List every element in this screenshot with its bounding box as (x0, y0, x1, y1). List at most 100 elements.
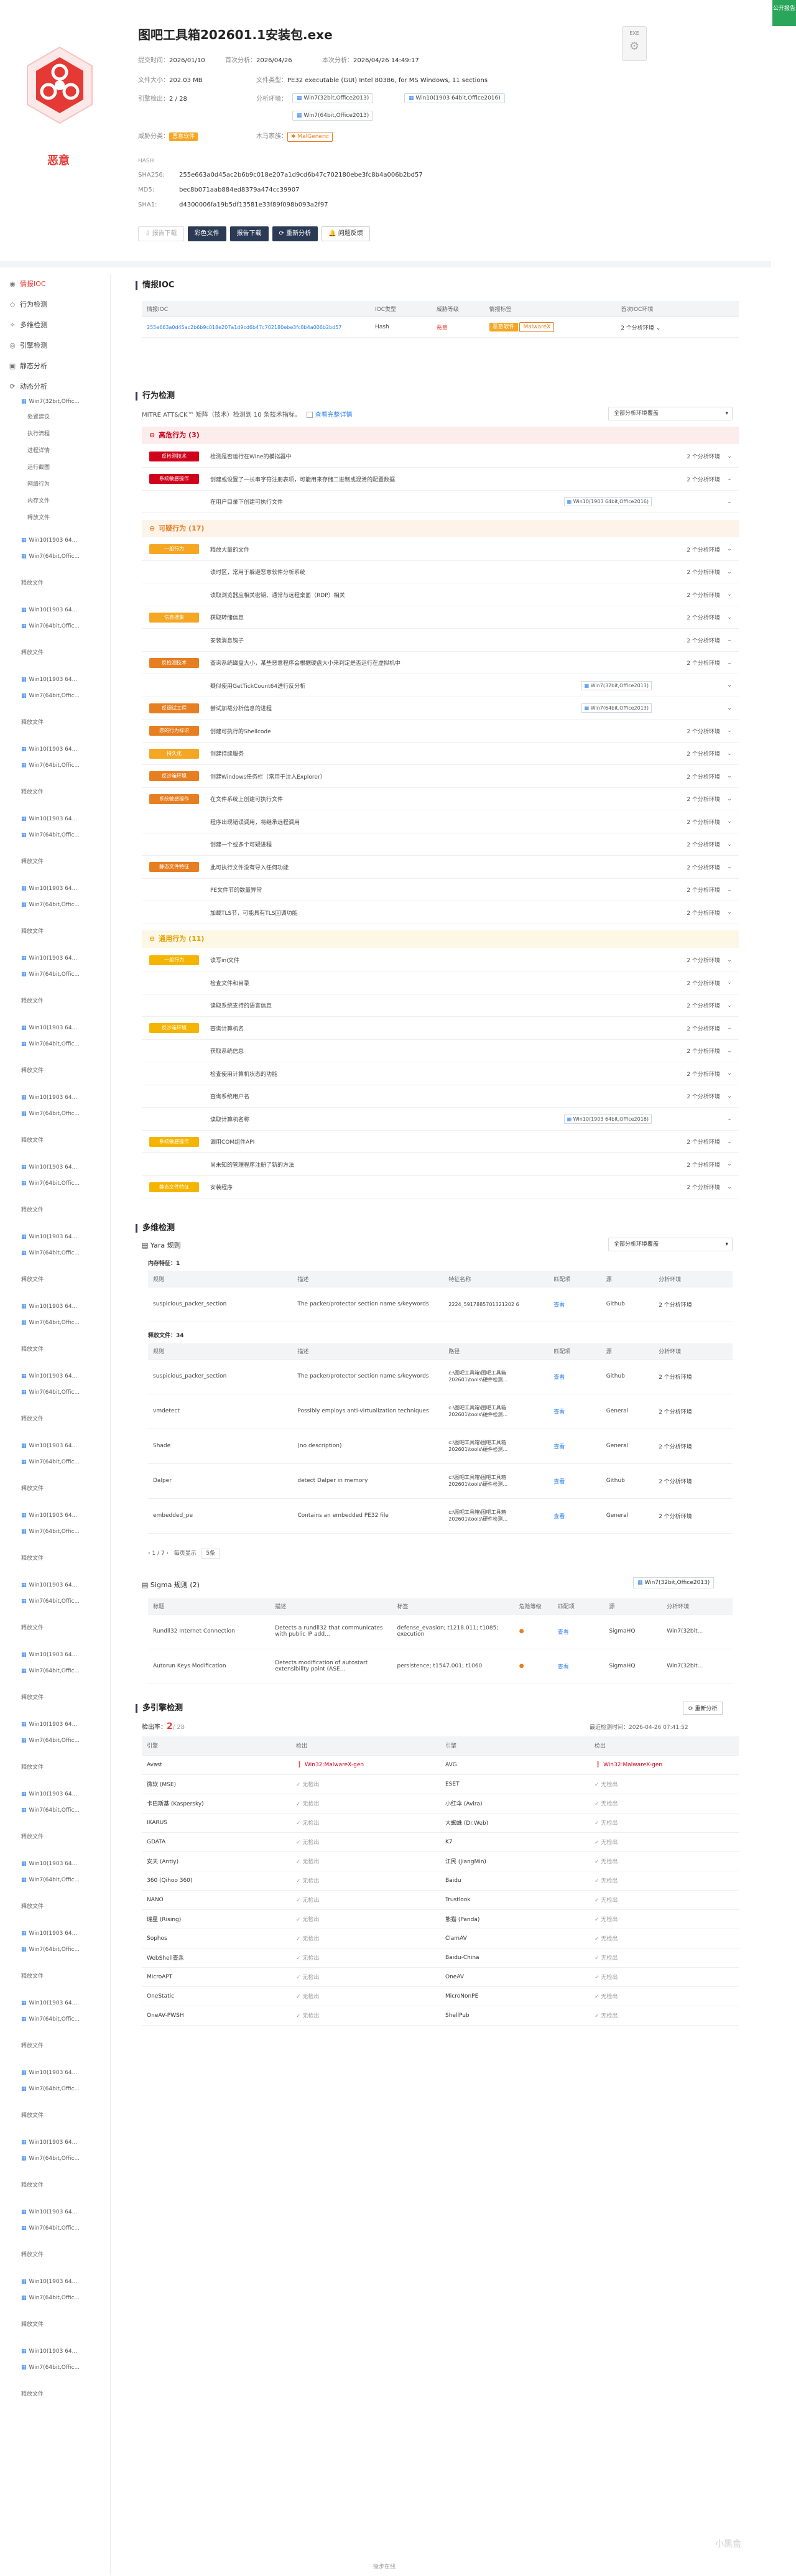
behavior-row[interactable]: 在用户目录下创建可执行文件 ▦ Win10(1903 64bit,Office20… (142, 491, 739, 513)
behavior-row[interactable]: 反检测技术 查询系统磁盘大小，某些恶意程序会根据硬盘大小来判定是否运行在虚拟机中 2… (142, 652, 739, 674)
action-button-0[interactable]: ⇩ 报告下载 (138, 226, 184, 241)
env-select[interactable]: 全部分析环境覆盖 ▾ (608, 407, 733, 420)
chevron-down-icon[interactable]: ⌄ (720, 1070, 739, 1077)
behavior-row[interactable]: 加载TLS节，可能具有TLS回调功能 2 个分析环境 ⌄ (142, 902, 739, 924)
behavior-row[interactable]: 读取计算机名称 ▦ Win10(1903 64bit,Office2016) ⌄ (142, 1108, 739, 1131)
behavior-row[interactable]: 一般行为 释放大量的文件 2 个分析环境 ⌄ (142, 539, 739, 561)
chevron-down-icon[interactable]: ⌄ (720, 476, 739, 482)
chevron-down-icon[interactable]: ⌄ (720, 796, 739, 802)
chevron-down-icon[interactable]: ⌄ (720, 569, 739, 575)
action-button-3[interactable]: ⟳ 重新分析 (272, 226, 318, 241)
sidebar-subitem[interactable]: 进程详情 (0, 445, 50, 456)
sidebar-env[interactable]: ▦ Win10(1903 64... (0, 675, 106, 685)
sidebar-subitem[interactable]: 释放文件 (0, 1553, 44, 1564)
behavior-row[interactable]: 检查文件和目录 2 个分析环境 ⌄ (142, 972, 739, 994)
sidebar-env[interactable]: ▦ Win10(1903 64... (0, 1789, 106, 1799)
sidebar-subitem[interactable]: 释放文件 (0, 1901, 44, 1912)
behavior-row[interactable]: 反调试工程 尝试加载分析信息的进程 ▦ Win7(64bit,Office2013)… (142, 697, 739, 720)
behavior-group[interactable]: ⊖ 通用行为 (11) (142, 930, 739, 948)
sidebar-env[interactable]: ▦ Win7(64bit,Offic... (0, 970, 106, 980)
view-link[interactable]: 查看 (548, 1463, 601, 1499)
behavior-row[interactable]: 一般行为 读写ini文件 2 个分析环境 ⌄ (142, 949, 739, 971)
sidebar-env[interactable]: ▦ Win7(64bit,Offic... (0, 1109, 106, 1119)
sidebar-item[interactable]: ◇ 行为检测 (0, 297, 111, 313)
sidebar-subitem[interactable]: 释放文件 (0, 2180, 44, 2191)
env-chip[interactable]: ▦ Win10(1903 64bit,Office2016) (404, 93, 505, 103)
action-button-4[interactable]: 🔔 问题反馈 (322, 226, 370, 241)
chevron-down-icon[interactable]: ⌄ (720, 1116, 739, 1122)
sidebar-env[interactable]: ▦ Win7(64bit,Offic... (0, 1875, 106, 1885)
behavior-group[interactable]: ⊖ 高危行为 (3) (142, 427, 739, 444)
sidebar-subitem[interactable]: 释放文件 (0, 2389, 44, 2400)
chevron-down-icon[interactable]: ⌄ (720, 1184, 739, 1190)
behavior-row[interactable]: 反沙箱环境 创建Windows任务栏（常用于注入Explorer） 2 个分析环境 ⌄ (142, 766, 739, 788)
view-link[interactable]: 查看 (548, 1498, 601, 1534)
sidebar-item[interactable]: ▣ 静态分析 (0, 358, 111, 374)
env-chip[interactable]: ▦ Win7(64bit,Office2013) (292, 111, 374, 121)
sidebar-env[interactable]: ▦ Win10(1903 64... (0, 884, 106, 894)
sidebar-env[interactable]: ▦ Win7(64bit,Offic... (0, 1945, 106, 1955)
sidebar-env[interactable]: ▦ Win7(64bit,Offic... (0, 552, 106, 562)
sidebar-item[interactable]: ◎ 引擎检测 (0, 338, 111, 354)
behavior-row[interactable]: 读取系统支持的语言信息 2 个分析环境 ⌄ (142, 994, 739, 1017)
sidebar-env[interactable]: ▦ Win10(1903 64... (0, 1371, 106, 1381)
behavior-row[interactable]: 读取浏览器应相关密钥、通常与远程桌面（RDP）相关 2 个分析环境 ⌄ (142, 584, 739, 606)
action-button-1[interactable]: 彩色文件 (187, 226, 226, 241)
sidebar-subitem[interactable]: 处置建议 (0, 412, 50, 423)
sidebar-env[interactable]: ▦ Win7(64bit,Offic... (0, 2154, 106, 2164)
sidebar-subitem[interactable]: 释放文件 (0, 2319, 44, 2330)
behavior-row[interactable]: 检查使用计算机状态的功能 2 个分析环境 ⌄ (142, 1063, 739, 1085)
sidebar-subitem[interactable]: 执行流程 (0, 429, 50, 440)
chevron-down-icon[interactable]: ⌄ (720, 499, 739, 505)
sidebar-env[interactable]: ▦ Win10(1903 64... (0, 2138, 106, 2147)
sidebar-env[interactable]: ▦ Win10(1903 64... (0, 1929, 106, 1939)
sidebar-subitem[interactable]: 释放文件 (0, 1065, 44, 1077)
sidebar-subitem[interactable]: 释放文件 (0, 1414, 44, 1425)
sidebar-env[interactable]: ▦ Win10(1903 64... (0, 1859, 106, 1869)
sidebar-env[interactable]: ▦ Win7(64bit,Offic... (0, 1457, 106, 1467)
behavior-row[interactable]: 反沙箱环境 查询计算机名 2 个分析环境 ⌄ (142, 1017, 739, 1040)
sidebar-env[interactable]: ▦ Win7(64bit,Offic... (0, 1596, 106, 1606)
sidebar-env[interactable]: ▦ Win10(1903 64... (0, 1023, 106, 1033)
sidebar-env[interactable]: ▦ Win7(64bit,Offic... (0, 691, 106, 701)
pagination[interactable]: ‹ 1 / 7 › 每页显示 5条 (148, 1548, 220, 1559)
sidebar-subitem[interactable]: 释放文件 (0, 1274, 44, 1286)
chevron-down-icon[interactable]: ⌄ (720, 751, 739, 757)
sidebar-env[interactable]: ▦ Win10(1903 64... (0, 2068, 106, 2078)
view-link[interactable]: 查看 (548, 1429, 601, 1464)
sidebar-subitem[interactable]: 释放文件 (0, 2041, 44, 2052)
chevron-down-icon[interactable]: ⌄ (720, 453, 739, 460)
behavior-row[interactable]: 持久化 创建持续服务 2 个分析环境 ⌄ (142, 743, 739, 765)
sidebar-subitem[interactable]: 释放文件 (0, 1832, 44, 1843)
behavior-row[interactable]: 疑似使用GetTickCount64进行反分析 ▦ Win7(32bit,Offi… (142, 675, 739, 697)
behavior-group[interactable]: ⊖ 可疑行为 (17) (142, 519, 739, 537)
chevron-down-icon[interactable]: ⌄ (720, 909, 739, 915)
chevron-down-icon[interactable]: ⌄ (720, 818, 739, 825)
behavior-row[interactable]: 读时区，常用于躲避恶意软件分析系统 2 个分析环境 ⌄ (142, 561, 739, 583)
sidebar-env[interactable]: ▦ Win10(1903 64... (0, 605, 106, 615)
sidebar-subitem[interactable]: 释放文件 (0, 856, 44, 868)
sidebar-env[interactable]: ▦ Win10(1903 64... (0, 744, 106, 754)
sidebar-env[interactable]: ▦ Win7(64bit,Offic... (0, 900, 106, 910)
behavior-row[interactable]: 系统敏感操作 调用COM组件API 2 个分析环境 ⌄ (142, 1131, 739, 1153)
sidebar-env[interactable]: ▦ Win7(64bit,Offic... (0, 830, 106, 840)
chevron-down-icon[interactable]: ⌄ (720, 773, 739, 779)
public-report-badge[interactable]: 公开报告 (772, 0, 796, 26)
sidebar-env[interactable]: ▦ Win7(64bit,Offic... (0, 621, 106, 631)
checkbox[interactable] (307, 412, 313, 418)
behavior-row[interactable]: PE文件节的数量异常 2 个分析环境 ⌄ (142, 879, 739, 901)
sidebar-subitem[interactable]: 释放文件 (0, 647, 44, 659)
sidebar-subitem[interactable]: 释放文件 (0, 578, 44, 589)
sidebar-subitem[interactable]: 释放文件 (0, 1692, 44, 1703)
sidebar-env[interactable]: ▦ Win10(1903 64... (0, 1650, 106, 1660)
sidebar-env[interactable]: ▦ Win7(64bit,Offic... (0, 1248, 106, 1258)
sidebar-env[interactable]: ▦ Win10(1903 64... (0, 814, 106, 824)
view-link[interactable]: 查看 (548, 1394, 601, 1429)
sidebar-subitem[interactable]: 释放文件 (0, 1205, 44, 1216)
sidebar-subitem[interactable]: 释放文件 (0, 512, 50, 524)
sidebar-subitem[interactable]: 释放文件 (0, 1623, 44, 1634)
sidebar-subitem[interactable]: 释放文件 (0, 2110, 44, 2121)
sidebar-env[interactable]: ▦ Win7(64bit,Offic... (0, 1805, 106, 1815)
sidebar-subitem[interactable]: 释放文件 (0, 1483, 44, 1494)
chevron-down-icon[interactable]: ⌄ (720, 637, 739, 643)
